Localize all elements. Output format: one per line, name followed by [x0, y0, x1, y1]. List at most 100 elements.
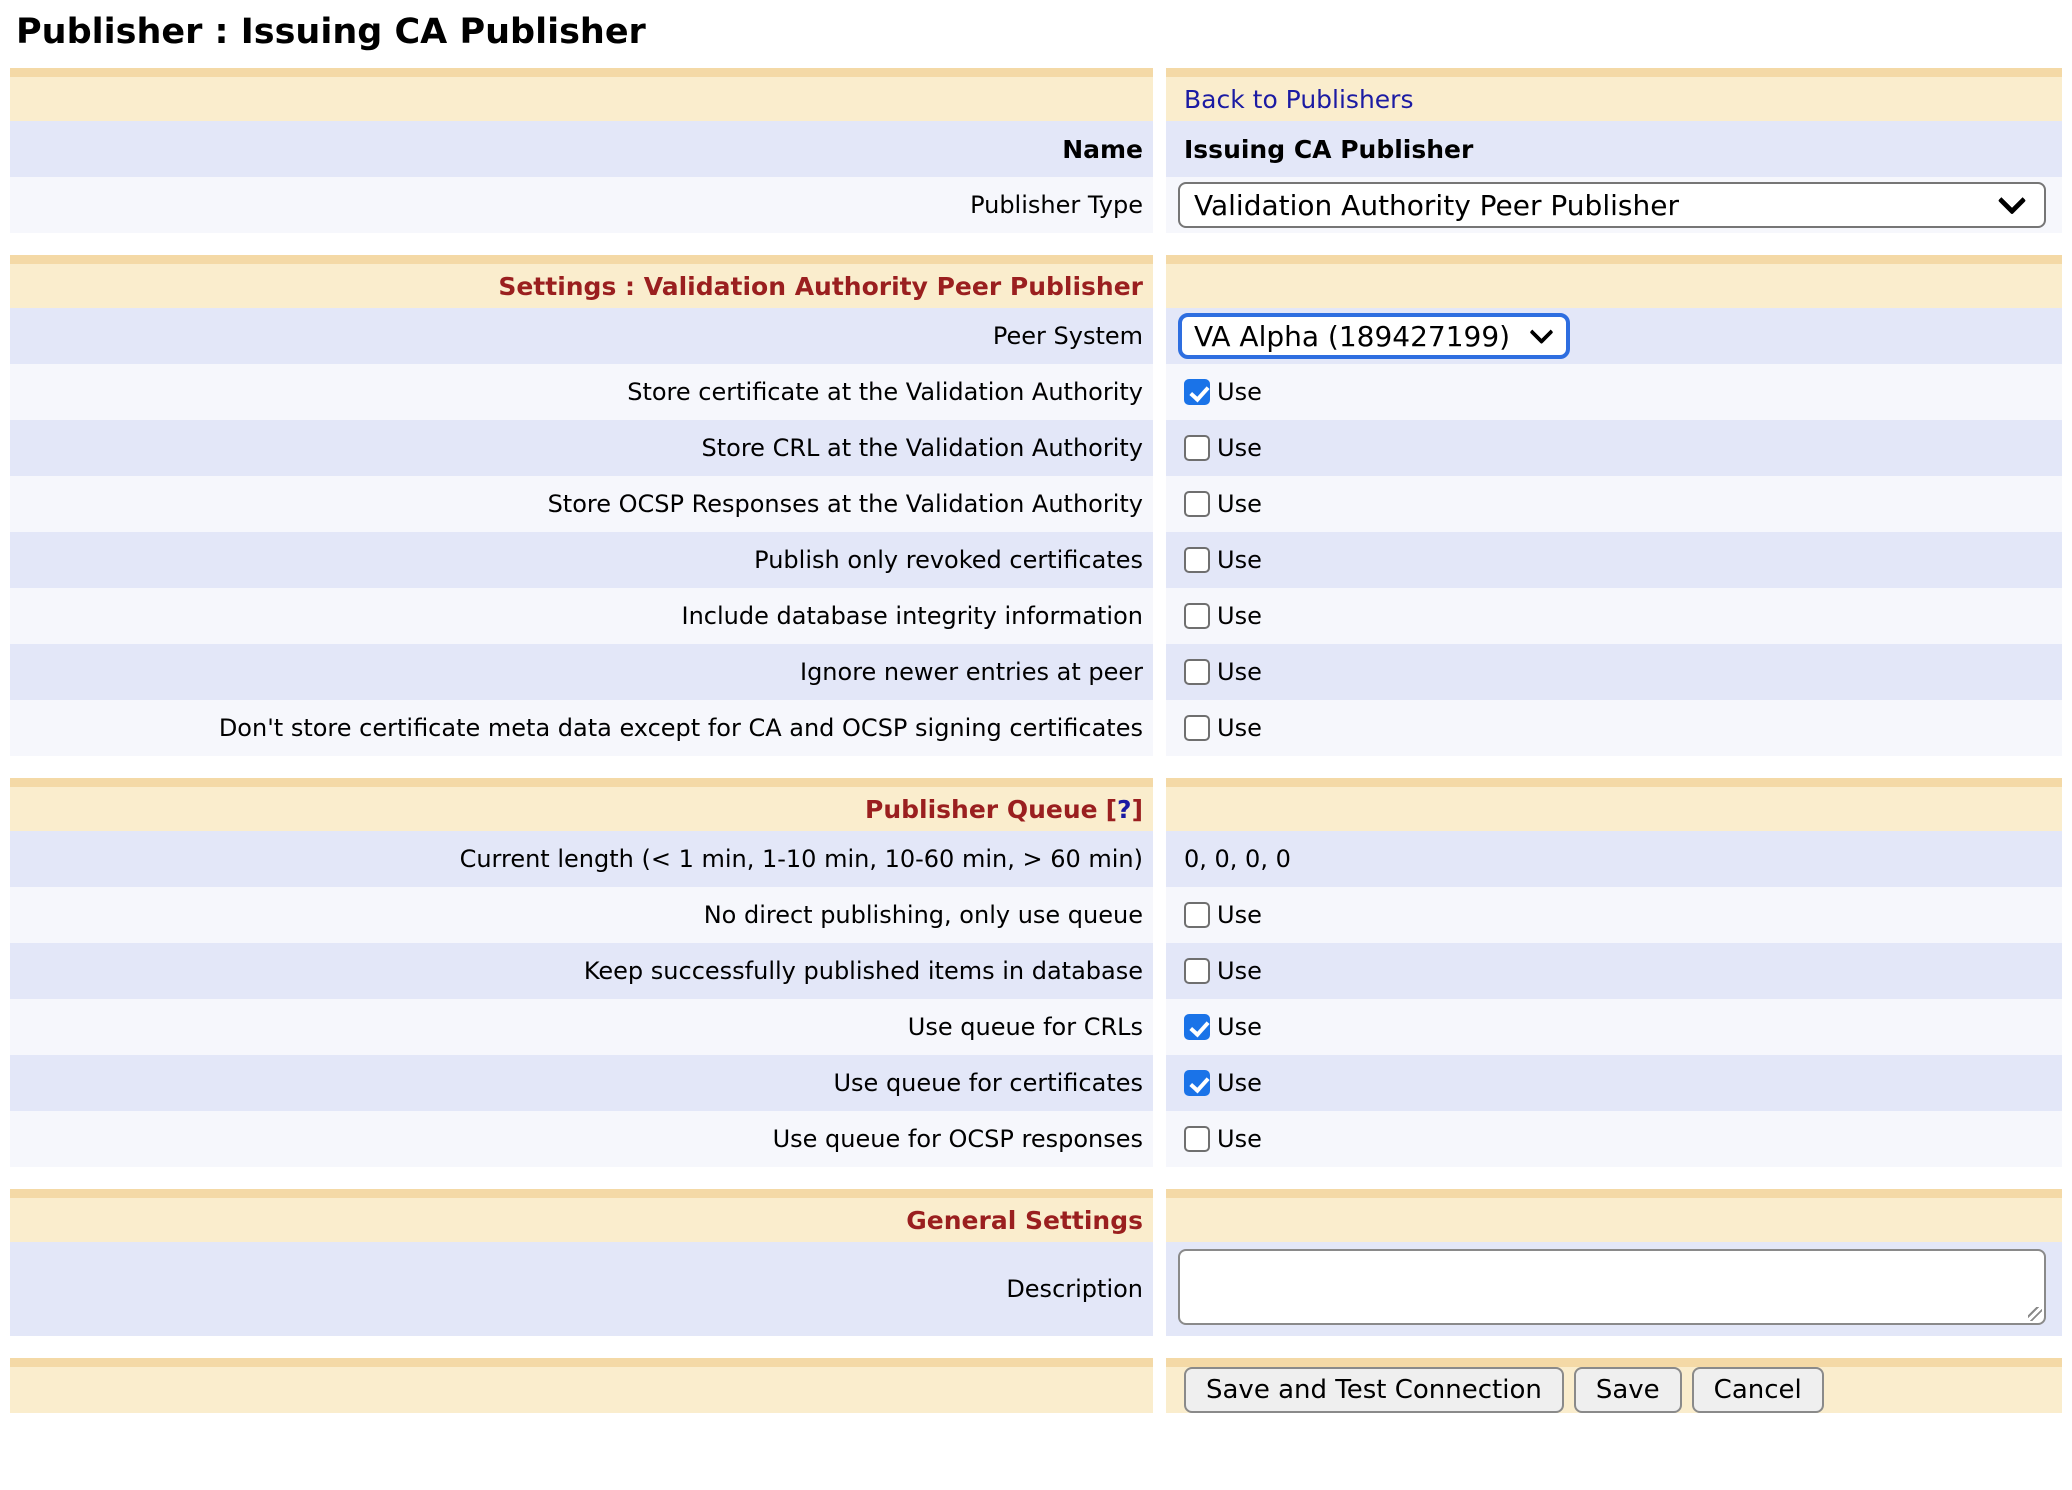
use-checkbox[interactable]	[1184, 547, 1210, 573]
use-checkbox-label: Use	[1217, 957, 1262, 985]
settings-checkbox-rows: Store certificate at the Validation Auth…	[10, 364, 2062, 756]
setting-row: Ignore newer entries at peerUse	[10, 644, 2062, 700]
settings-header-right-cell	[1166, 255, 2062, 308]
queue-header-row: Publisher Queue [?]	[10, 778, 2062, 831]
use-checkbox[interactable]	[1184, 435, 1210, 461]
current-length-label: Current length (< 1 min, 1-10 min, 10-60…	[10, 831, 1153, 887]
setting-row-control-cell: Use	[1166, 943, 2062, 999]
chevron-down-icon	[1998, 186, 2026, 214]
peer-system-cell: VA Alpha (189427199)	[1166, 308, 2062, 364]
general-section-header: General Settings	[10, 1189, 1153, 1242]
use-checkbox-label: Use	[1217, 378, 1262, 406]
setting-row-control-cell: Use	[1166, 420, 2062, 476]
setting-row: Use queue for certificatesUse	[10, 1055, 2062, 1111]
setting-row-label: Include database integrity information	[10, 588, 1153, 644]
page-title: Publisher : Issuing CA Publisher	[16, 10, 2072, 54]
setting-row: Keep successfully published items in dat…	[10, 943, 2062, 999]
column-gap	[1153, 778, 1166, 831]
column-gap	[1153, 887, 1166, 943]
description-textarea-wrap	[1178, 1249, 2046, 1329]
setting-row-control-cell: Use	[1166, 588, 2062, 644]
setting-row: No direct publishing, only use queue Use	[10, 887, 2062, 943]
column-gap	[1153, 1055, 1166, 1111]
settings-table: Settings : Validation Authority Peer Pub…	[10, 255, 2062, 756]
peer-system-row: Peer System VA Alpha (189427199)	[10, 308, 2062, 364]
setting-row-label: Use queue for CRLs	[10, 999, 1153, 1055]
column-gap	[1153, 943, 1166, 999]
settings-section-header: Settings : Validation Authority Peer Pub…	[10, 255, 1153, 308]
column-gap	[1153, 121, 1166, 177]
queue-section-header: Publisher Queue	[865, 795, 1098, 824]
column-gap	[1153, 1111, 1166, 1167]
help-question-link[interactable]: ?	[1117, 795, 1132, 824]
actions-left-cell	[10, 1358, 1153, 1413]
actions-cell: Save and Test Connection Save Cancel	[1166, 1358, 2062, 1413]
setting-row: Use queue for CRLs Use	[10, 999, 2062, 1055]
actions-row: Save and Test Connection Save Cancel	[10, 1358, 2062, 1413]
queue-header-cell: Publisher Queue [?]	[10, 778, 1153, 831]
queue-checkbox-rows: No direct publishing, only use queueUseK…	[10, 887, 2062, 1167]
column-gap	[1153, 420, 1166, 476]
setting-row-label: Don't store certificate meta data except…	[10, 700, 1153, 756]
column-gap	[1153, 364, 1166, 420]
setting-row-control-cell: Use	[1166, 887, 2062, 943]
column-gap	[1153, 308, 1166, 364]
general-settings-table: General Settings Description	[10, 1189, 2062, 1336]
use-checkbox[interactable]	[1184, 902, 1210, 928]
publisher-queue-table: Publisher Queue [?] Current length (< 1 …	[10, 778, 2062, 1167]
help-bracket-close: ]	[1132, 795, 1143, 824]
use-checkbox[interactable]	[1184, 1014, 1210, 1040]
use-checkbox[interactable]	[1184, 958, 1210, 984]
use-checkbox[interactable]	[1184, 379, 1210, 405]
use-checkbox[interactable]	[1184, 603, 1210, 629]
use-checkbox[interactable]	[1184, 491, 1210, 517]
info-header-right-cell: Back to Publishers	[1166, 68, 2062, 121]
use-checkbox-label: Use	[1217, 1125, 1262, 1153]
setting-row-control-cell: Use	[1166, 999, 2062, 1055]
column-gap	[1153, 1189, 1166, 1242]
use-checkbox[interactable]	[1184, 659, 1210, 685]
use-checkbox[interactable]	[1184, 715, 1210, 741]
use-checkbox[interactable]	[1184, 1070, 1210, 1096]
publisher-type-cell: Validation Authority Peer Publisher	[1166, 177, 2062, 233]
description-cell	[1166, 1242, 2062, 1336]
publisher-type-select[interactable]: Validation Authority Peer Publisher	[1178, 182, 2046, 228]
name-value: Issuing CA Publisher	[1166, 121, 2062, 177]
column-gap	[1153, 644, 1166, 700]
column-gap	[1153, 700, 1166, 756]
column-gap	[1153, 476, 1166, 532]
column-gap	[1153, 255, 1166, 308]
column-gap	[1153, 999, 1166, 1055]
setting-row-control-cell: Use	[1166, 476, 2062, 532]
use-checkbox-label: Use	[1217, 1013, 1262, 1041]
use-checkbox-label: Use	[1217, 1069, 1262, 1097]
setting-row-control-cell: Use	[1166, 1111, 2062, 1167]
setting-row-control-cell: Use	[1166, 700, 2062, 756]
save-and-test-connection-button[interactable]: Save and Test Connection	[1184, 1367, 1564, 1413]
setting-row-control-cell: Use	[1166, 644, 2062, 700]
publisher-info-table: Back to Publishers Name Issuing CA Publi…	[10, 68, 2062, 233]
resize-handle-icon[interactable]	[2028, 1307, 2042, 1321]
back-to-publishers-link[interactable]: Back to Publishers	[1184, 85, 1413, 114]
use-checkbox[interactable]	[1184, 1126, 1210, 1152]
setting-row: Include database integrity information Us…	[10, 588, 2062, 644]
name-label: Name	[10, 121, 1153, 177]
use-checkbox-label: Use	[1217, 602, 1262, 630]
setting-row: Publish only revoked certificatesUse	[10, 532, 2062, 588]
use-checkbox-label: Use	[1217, 546, 1262, 574]
column-gap	[1153, 1242, 1166, 1336]
help-bracket-open: [	[1106, 795, 1117, 824]
setting-row: Use queue for OCSP responsesUse	[10, 1111, 2062, 1167]
general-header-row: General Settings	[10, 1189, 2062, 1242]
setting-row-label: No direct publishing, only use queue	[10, 887, 1153, 943]
column-gap	[1153, 177, 1166, 233]
column-gap	[1153, 532, 1166, 588]
current-length-value: 0, 0, 0, 0	[1166, 831, 2062, 887]
use-checkbox-label: Use	[1217, 490, 1262, 518]
save-button[interactable]: Save	[1574, 1367, 1682, 1413]
cancel-button[interactable]: Cancel	[1692, 1367, 1824, 1413]
peer-system-select[interactable]: VA Alpha (189427199)	[1178, 313, 1570, 359]
setting-row-control-cell: Use	[1166, 364, 2062, 420]
description-textarea[interactable]	[1178, 1249, 2046, 1325]
use-checkbox-label: Use	[1217, 901, 1262, 929]
